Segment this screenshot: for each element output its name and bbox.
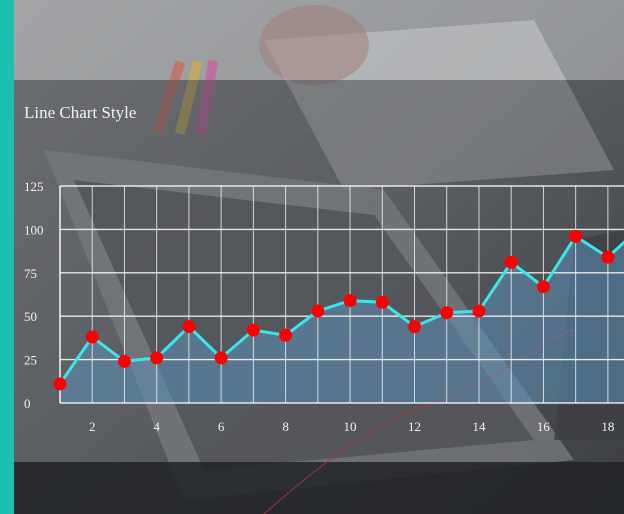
chart-slide: Line Chart Style 0 25 50 75 100 125 2 4 6 8 10 12 14… [0,0,624,514]
area-fill [60,236,624,403]
x-tick-label: 16 [537,419,551,434]
x-tick-label: 2 [89,419,96,434]
y-tick-label: 125 [24,179,44,194]
y-tick-label: 75 [24,266,37,281]
data-point [440,306,454,320]
x-tick-label: 18 [601,419,614,434]
y-tick-label: 50 [24,309,37,324]
x-tick-label: 14 [472,419,486,434]
data-point [472,304,486,318]
y-tick-label: 0 [24,396,31,411]
x-tick-label: 10 [344,419,357,434]
data-point [536,280,550,294]
y-tick-label: 100 [24,222,44,237]
data-point [182,320,196,334]
line-chart: 0 25 50 75 100 125 2 4 6 8 10 12 14 16 18 [24,179,624,434]
data-point [408,320,422,334]
data-point [504,255,518,269]
data-point [569,229,583,243]
x-tick-label: 12 [408,419,421,434]
data-point [53,377,67,391]
x-tick-label: 4 [153,419,160,434]
data-point [117,354,131,368]
data-point [279,328,293,342]
data-point [343,294,357,308]
x-tick-label: 8 [282,419,289,434]
data-point [85,330,99,344]
data-point [150,351,164,365]
y-tick-label: 25 [24,353,37,368]
data-point [311,304,325,318]
data-point [601,250,615,264]
data-point [375,295,389,309]
x-tick-label: 6 [218,419,225,434]
data-point [214,351,228,365]
data-point [246,323,260,337]
